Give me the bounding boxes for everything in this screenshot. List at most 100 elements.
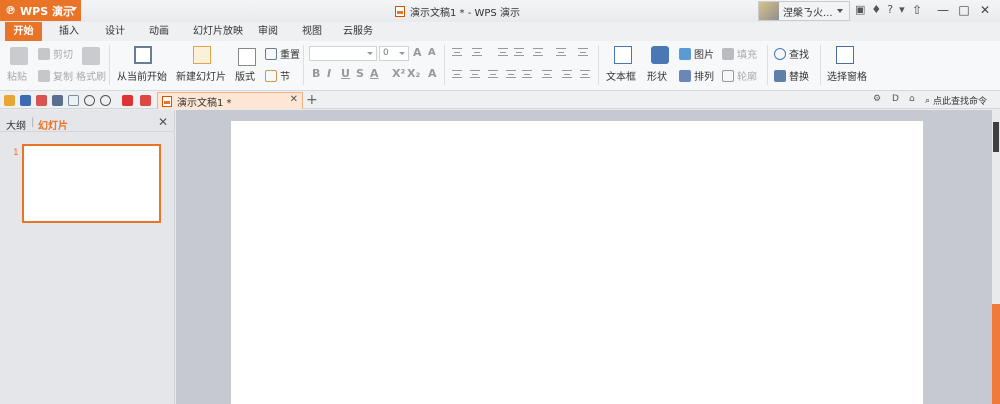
preview-icon[interactable] — [68, 95, 79, 106]
vertical-scrollbar[interactable] — [992, 110, 1000, 404]
cut-button[interactable]: 剪切 — [38, 46, 73, 61]
justify-icon[interactable] — [506, 70, 516, 78]
copy-button[interactable]: 复制 — [38, 68, 73, 83]
selection-pane-icon — [836, 46, 854, 64]
paragraph-settings-icon[interactable] — [580, 70, 590, 78]
close-icon[interactable]: ✕ — [978, 3, 992, 17]
tab-home[interactable]: 开始 — [5, 22, 42, 41]
print-icon[interactable] — [52, 95, 63, 106]
format-painter-button[interactable]: 格式刷 — [76, 68, 106, 83]
selection-pane-button[interactable]: 选择窗格 — [827, 68, 867, 83]
scrollbar-thumb[interactable] — [993, 122, 999, 152]
maximize-icon[interactable]: □ — [957, 3, 971, 17]
tab-insert[interactable]: 插入 — [52, 22, 86, 41]
bold-icon[interactable]: B — [312, 67, 320, 80]
help-icon[interactable]: ? — [887, 3, 893, 16]
tab-slideshow[interactable]: 幻灯片放映 — [186, 22, 250, 41]
fill-icon — [722, 47, 734, 60]
share-icon[interactable]: ⌂ — [909, 94, 915, 104]
open-icon[interactable] — [4, 95, 15, 106]
find-command-box[interactable]: ⌕ 点此查找命令 — [925, 94, 987, 108]
decrease-indent-icon[interactable] — [498, 48, 508, 56]
increase-indent-icon[interactable] — [514, 48, 524, 56]
textbox-icon — [614, 46, 632, 64]
undo-icon[interactable] — [84, 95, 95, 106]
close-icon[interactable]: ✕ — [158, 115, 168, 129]
subscript-icon[interactable]: X₂ — [407, 67, 420, 80]
tab-outline[interactable]: 大纲 — [6, 117, 26, 132]
tab-view[interactable]: 视图 — [296, 22, 328, 41]
replace-button[interactable]: 替换 — [774, 68, 809, 83]
numbering-icon[interactable] — [472, 48, 482, 56]
align-left-icon[interactable] — [452, 70, 462, 78]
reset-button[interactable]: 重置 — [265, 46, 300, 61]
section-icon — [265, 69, 277, 82]
bullets-icon[interactable] — [452, 48, 462, 56]
font-name-combo[interactable] — [309, 46, 377, 61]
tab-slides[interactable]: 幻灯片 — [38, 117, 68, 132]
titlebar-tools: ▣ ♦ ? ▾ — [855, 3, 905, 16]
chevron-down-icon[interactable]: ▾ — [899, 3, 905, 16]
shape-button[interactable]: 形状 — [647, 68, 667, 83]
columns-icon[interactable] — [533, 48, 543, 56]
pdf-icon[interactable] — [36, 95, 47, 106]
align-right-icon[interactable] — [488, 70, 498, 78]
tab-document[interactable]: 演示文稿1 * ✕ — [157, 92, 303, 109]
new-slide-button[interactable]: 新建幻灯片 — [176, 68, 226, 83]
font-size-combo[interactable]: 0 — [379, 46, 409, 61]
line-spacing-icon[interactable] — [542, 70, 552, 78]
grow-font-icon[interactable]: A — [413, 46, 422, 59]
font-color-icon[interactable]: A — [370, 67, 379, 80]
new-tab-icon[interactable]: + — [306, 92, 318, 108]
find-button[interactable]: 查找 — [774, 46, 809, 61]
slide-thumbnail[interactable] — [22, 144, 161, 223]
align-center-icon[interactable] — [470, 70, 480, 78]
ai-icon[interactable]: ⚙ — [873, 94, 881, 104]
text-align-icon[interactable] — [578, 48, 588, 56]
outline-button[interactable]: 轮廓 — [722, 68, 757, 83]
shirt-icon[interactable]: ♦ — [871, 3, 881, 16]
from-current-button[interactable]: 从当前开始 — [117, 68, 167, 83]
skin-icon[interactable]: ▣ — [855, 3, 865, 16]
italic-icon[interactable]: I — [327, 67, 331, 80]
clear-format-icon[interactable]: A — [428, 67, 437, 80]
shrink-font-icon[interactable]: A — [428, 47, 436, 58]
underline-icon[interactable]: U — [341, 67, 350, 80]
tab-design[interactable]: 设计 — [98, 22, 132, 41]
picture-button[interactable]: 图片 — [679, 46, 714, 61]
side-panel-toggle[interactable] — [992, 304, 1000, 404]
wps-w-icon[interactable] — [140, 95, 151, 106]
strikethrough-icon[interactable]: S — [356, 67, 364, 80]
fill-button[interactable]: 填充 — [722, 46, 757, 61]
tab-animation[interactable]: 动画 — [142, 22, 176, 41]
user-account[interactable]: 涅槃ㄋ火... — [758, 1, 850, 21]
minimize-icon[interactable]: — — [936, 3, 950, 17]
layout-button[interactable]: 版式 — [235, 68, 255, 83]
chevron-down-icon — [399, 52, 405, 55]
upload-icon[interactable]: ⇧ — [910, 3, 924, 17]
outline-label: 轮廓 — [737, 72, 757, 83]
save-icon[interactable] — [20, 95, 31, 106]
reset-label: 重置 — [280, 50, 300, 61]
chevron-down-icon — [71, 7, 77, 11]
textbox-button[interactable]: 文本框 — [606, 68, 636, 83]
redo-icon[interactable] — [100, 95, 111, 106]
distribute-icon[interactable] — [522, 70, 532, 78]
app-menu-button[interactable]: ℗ WPS 演示 — [0, 0, 81, 21]
text-direction-icon[interactable] — [556, 48, 566, 56]
arrange-icon — [679, 69, 691, 82]
paragraph-spacing-icon[interactable] — [562, 70, 572, 78]
tab-cloud[interactable]: 云服务 — [338, 22, 378, 41]
replace-icon — [774, 69, 786, 82]
arrange-button[interactable]: 排列 — [679, 68, 714, 83]
chevron-down-icon — [836, 9, 843, 13]
superscript-icon[interactable]: X² — [392, 67, 405, 80]
close-icon[interactable]: ✕ — [290, 94, 298, 105]
copy-icon — [38, 69, 50, 82]
tab-review[interactable]: 审阅 — [252, 22, 284, 41]
section-button[interactable]: 节 — [265, 68, 290, 83]
customize-icon[interactable] — [122, 95, 133, 106]
paste-button[interactable]: 粘贴 — [7, 68, 27, 83]
d-icon[interactable]: D — [892, 94, 899, 104]
slide-canvas[interactable] — [231, 121, 923, 404]
